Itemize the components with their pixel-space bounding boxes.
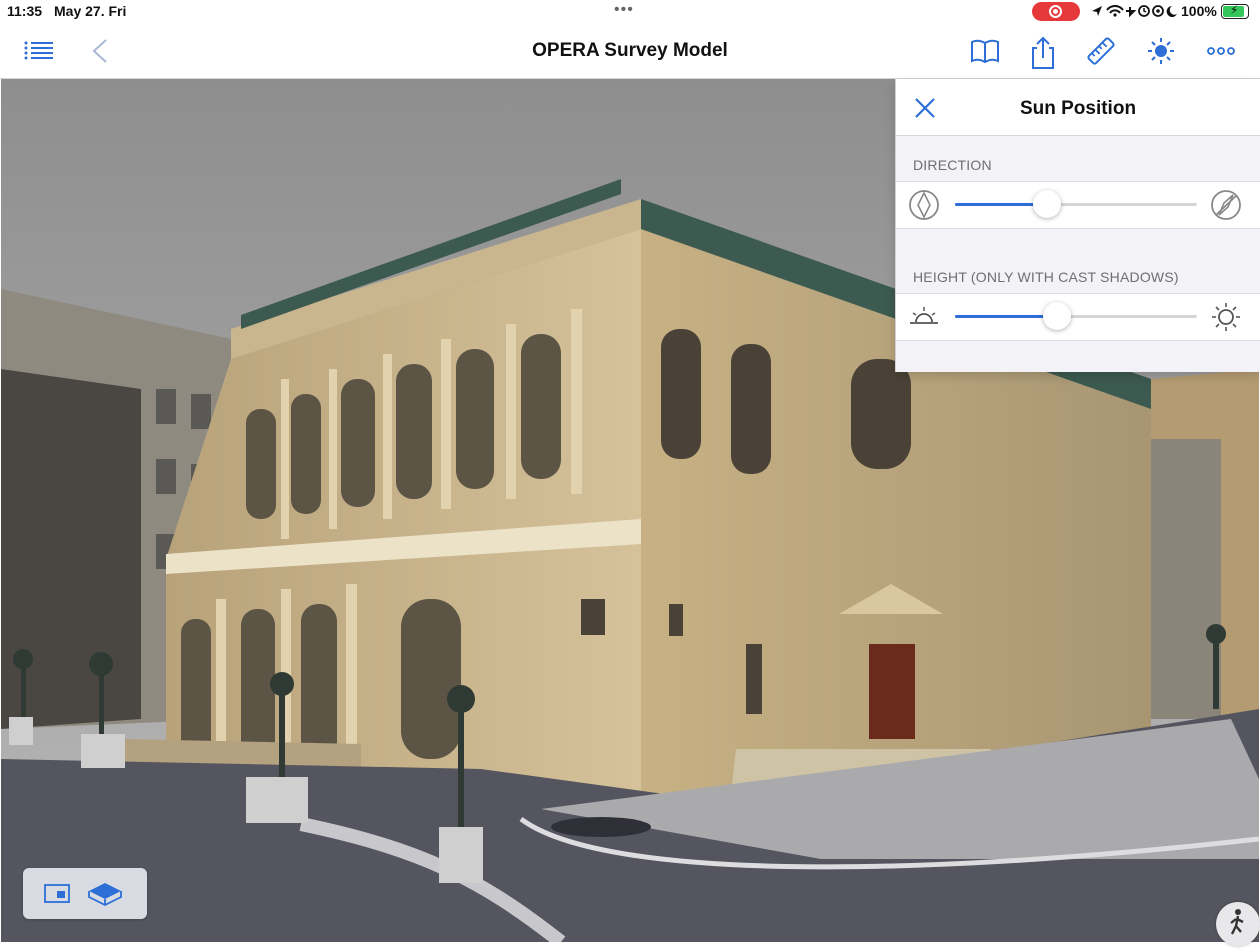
screen-recording-indicator[interactable] (1032, 2, 1080, 21)
status-date: May 27. Fri (54, 3, 127, 19)
direction-west-icon[interactable] (908, 190, 940, 220)
walk-mode-button[interactable] (1216, 902, 1260, 946)
multitasking-dots-icon[interactable]: ••• (614, 1, 634, 19)
panel-title: Sun Position (1019, 98, 1137, 119)
height-label: HEIGHT (ONLY WITH CAST SHADOWS) (913, 269, 1179, 285)
sun-icon[interactable] (1144, 36, 1178, 66)
direction-slider[interactable] (955, 190, 1197, 218)
ruler-icon[interactable] (1084, 36, 1118, 66)
view-mode-toggle (23, 868, 147, 919)
height-slider-thumb[interactable] (1042, 302, 1071, 330)
sunrise-icon[interactable] (908, 302, 940, 332)
direction-label: DIRECTION (913, 157, 992, 173)
3d-view-icon[interactable] (85, 879, 125, 909)
navigation-bar: OPERA Survey Model (0, 24, 1260, 79)
walking-person-icon (1230, 909, 1244, 935)
plan-view-icon[interactable] (43, 881, 71, 907)
sun-high-icon[interactable] (1210, 302, 1242, 332)
book-icon[interactable] (968, 36, 1002, 66)
share-icon[interactable] (1026, 36, 1060, 69)
panel-header: Sun Position (896, 79, 1260, 136)
height-slider[interactable] (955, 302, 1197, 330)
sun-position-panel: Sun Position DIRECTION HEIGHT (ONLY WITH… (895, 79, 1260, 372)
page-title: OPERA Survey Model (532, 40, 728, 61)
direction-east-icon[interactable] (1210, 190, 1242, 220)
status-bar: 11:35 May 27. Fri ••• 100% ⚡ (0, 0, 1260, 24)
direction-slider-thumb[interactable] (1032, 190, 1061, 218)
battery-icon: ⚡ (1221, 3, 1249, 19)
battery-percent: 100% (1181, 3, 1217, 19)
direction-slider-row (896, 181, 1260, 229)
status-time: 11:35 (7, 3, 43, 19)
status-icons (1090, 3, 1180, 22)
ellipsis-icon[interactable] (1204, 36, 1238, 66)
height-slider-row (896, 293, 1260, 341)
